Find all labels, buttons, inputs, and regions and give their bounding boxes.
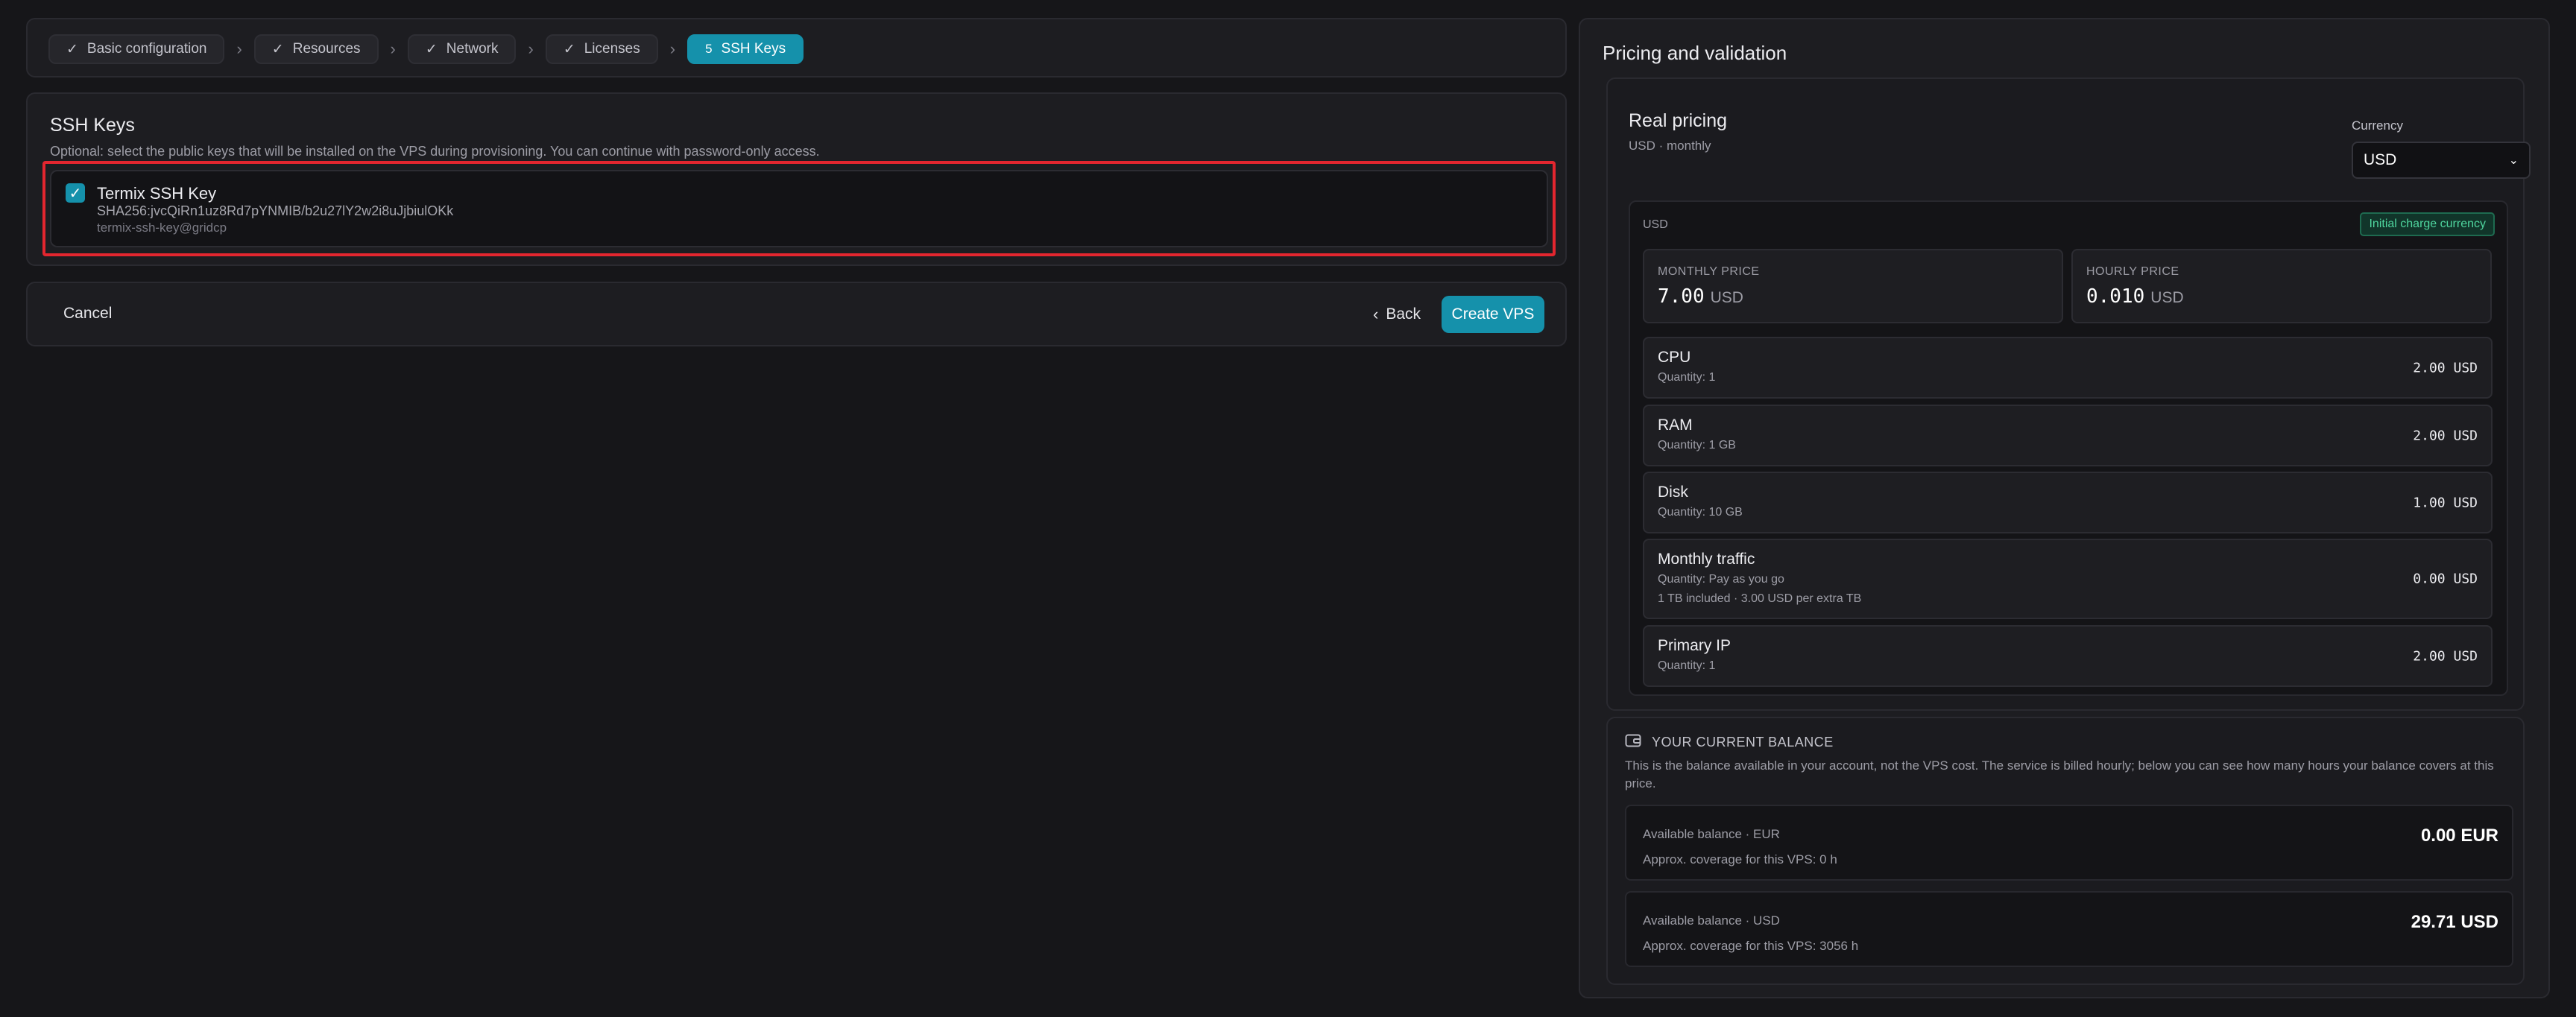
step-network[interactable]: ✓ Network xyxy=(407,34,517,64)
balance-heading-text: YOUR CURRENT BALANCE xyxy=(1652,735,1834,750)
back-label: Back xyxy=(1386,305,1421,323)
balance-value: 0.00 EUR xyxy=(2420,826,2498,846)
line-item-quantity: Quantity: 1 xyxy=(1658,371,1716,384)
initial-charge-badge: Initial charge currency xyxy=(2360,212,2495,236)
line-item-name: RAM xyxy=(1658,416,1693,434)
real-pricing-card: Real pricing USD · monthly Currency USD … xyxy=(1606,77,2531,711)
wizard-actions: Cancel ‹ Back Create VPS xyxy=(26,282,1567,346)
chevron-right-icon: › xyxy=(669,39,676,58)
step-number: 5 xyxy=(705,42,713,56)
line-item-name: Monthly traffic xyxy=(1658,551,1755,568)
wallet-icon xyxy=(1625,733,1641,752)
balance-heading: YOUR CURRENT BALANCE xyxy=(1625,733,1834,752)
monthly-price-label: MONTHLY PRICE xyxy=(1658,265,1760,278)
cancel-button[interactable]: Cancel xyxy=(63,305,112,323)
currency-select[interactable]: USD ⌄ xyxy=(2352,142,2531,179)
chevron-down-icon: ⌄ xyxy=(2508,154,2519,167)
ssh-key-name: Termix SSH Key xyxy=(97,184,217,203)
back-button[interactable]: ‹ Back xyxy=(1373,305,1421,324)
breakdown-currency: USD xyxy=(1643,218,1668,231)
real-pricing-title: Real pricing xyxy=(1629,110,1728,131)
real-pricing-subtitle: USD · monthly xyxy=(1629,139,1711,153)
line-item-price: 1.00 USD xyxy=(2413,495,2478,510)
line-item-quantity: Quantity: Pay as you go xyxy=(1658,573,1784,586)
monthly-price-value: 7.00 USD xyxy=(1658,285,1743,308)
step-licenses[interactable]: ✓ Licenses xyxy=(545,34,658,64)
line-item-ram: RAM Quantity: 1 GB 2.00 USD xyxy=(1643,405,2493,466)
ssh-key-fingerprint: SHA256:jvcQiRn1uz8Rd7pYNMIB/b2u27lY2w2i8… xyxy=(97,203,454,218)
pricing-panel: Pricing and validation Real pricing USD … xyxy=(1579,18,2550,998)
check-icon: ✓ xyxy=(66,41,78,57)
check-icon: ✓ xyxy=(425,41,438,57)
balance-coverage: Approx. coverage for this VPS: 0 h xyxy=(1643,852,1837,866)
step-label: Licenses xyxy=(584,41,640,57)
line-item-disk: Disk Quantity: 10 GB 1.00 USD xyxy=(1643,472,2493,533)
currency-value: USD xyxy=(2364,151,2397,168)
check-icon: ✓ xyxy=(271,41,284,57)
step-ssh-keys[interactable]: 5 SSH Keys xyxy=(687,34,804,64)
price-breakdown: USD Initial charge currency MONTHLY PRIC… xyxy=(1629,200,2508,696)
create-vps-button[interactable]: Create VPS xyxy=(1442,296,1544,333)
chevron-right-icon: › xyxy=(528,39,534,58)
section-title: SSH Keys xyxy=(50,115,135,136)
ssh-key-item[interactable]: ✓ Termix SSH Key SHA256:jvcQiRn1uz8Rd7pY… xyxy=(50,170,1548,247)
line-item-price: 2.00 USD xyxy=(2413,648,2478,664)
line-item-primary-ip: Primary IP Quantity: 1 2.00 USD xyxy=(1643,625,2493,687)
line-item-extra: 1 TB included · 3.00 USD per extra TB xyxy=(1658,592,1862,605)
section-description: Optional: select the public keys that wi… xyxy=(50,144,820,159)
chevron-right-icon: › xyxy=(390,39,396,58)
line-item-price: 2.00 USD xyxy=(2413,428,2478,443)
hourly-price-amount: 0.010 xyxy=(2086,285,2145,308)
balance-description: This is the balance available in your ac… xyxy=(1625,758,2494,791)
balance-label: Available balance · USD xyxy=(1643,913,1780,928)
wizard-stepper: ✓ Basic configuration › ✓ Resources › ✓ … xyxy=(26,18,1567,77)
hourly-price-value: 0.010 USD xyxy=(2086,285,2184,308)
step-label: Basic configuration xyxy=(86,41,207,57)
hourly-price-tile: HOURLY PRICE 0.010 USD xyxy=(2071,249,2492,323)
monthly-price-unit: USD xyxy=(1710,289,1743,306)
line-item-quantity: Quantity: 1 GB xyxy=(1658,439,1736,452)
balance-eur: Available balance · EUR Approx. coverage… xyxy=(1625,805,2513,881)
ssh-key-comment: termix-ssh-key@gridcp xyxy=(97,221,227,235)
step-label: Network xyxy=(446,41,499,57)
line-item-monthly-traffic: Monthly traffic Quantity: Pay as you go … xyxy=(1643,539,2493,619)
line-item-name: CPU xyxy=(1658,349,1691,366)
monthly-price-tile: MONTHLY PRICE 7.00 USD xyxy=(1643,249,2063,323)
check-icon: ✓ xyxy=(563,41,575,57)
line-item-name: Primary IP xyxy=(1658,637,1731,654)
balance-value: 29.71 USD xyxy=(2411,912,2498,932)
chevron-left-icon: ‹ xyxy=(1373,305,1379,323)
current-balance-card: YOUR CURRENT BALANCE This is the balance… xyxy=(1606,717,2525,985)
ssh-keys-section: SSH Keys Optional: select the public key… xyxy=(26,92,1567,266)
balance-coverage: Approx. coverage for this VPS: 3056 h xyxy=(1643,939,1859,953)
chevron-right-icon: › xyxy=(236,39,242,58)
step-label: SSH Keys xyxy=(721,41,786,57)
step-resources[interactable]: ✓ Resources xyxy=(253,34,379,64)
ssh-key-checkbox[interactable]: ✓ xyxy=(66,183,85,203)
line-item-cpu: CPU Quantity: 1 2.00 USD xyxy=(1643,337,2493,399)
pricing-title: Pricing and validation xyxy=(1603,42,1787,64)
line-item-price: 2.00 USD xyxy=(2413,360,2478,376)
line-item-quantity: Quantity: 10 GB xyxy=(1658,506,1743,519)
line-item-name: Disk xyxy=(1658,484,1688,501)
line-item-quantity: Quantity: 1 xyxy=(1658,659,1716,672)
balance-usd: Available balance · USD Approx. coverage… xyxy=(1625,891,2513,967)
hourly-price-label: HOURLY PRICE xyxy=(2086,265,2179,278)
step-basic-configuration[interactable]: ✓ Basic configuration xyxy=(48,34,225,64)
hourly-price-unit: USD xyxy=(2150,289,2184,306)
line-item-price: 0.00 USD xyxy=(2413,571,2478,587)
steps-row: ✓ Basic configuration › ✓ Resources › ✓ … xyxy=(48,34,804,64)
balance-label: Available balance · EUR xyxy=(1643,827,1780,841)
currency-label: Currency xyxy=(2352,118,2403,133)
step-label: Resources xyxy=(292,41,361,57)
monthly-price-amount: 7.00 xyxy=(1658,285,1705,308)
